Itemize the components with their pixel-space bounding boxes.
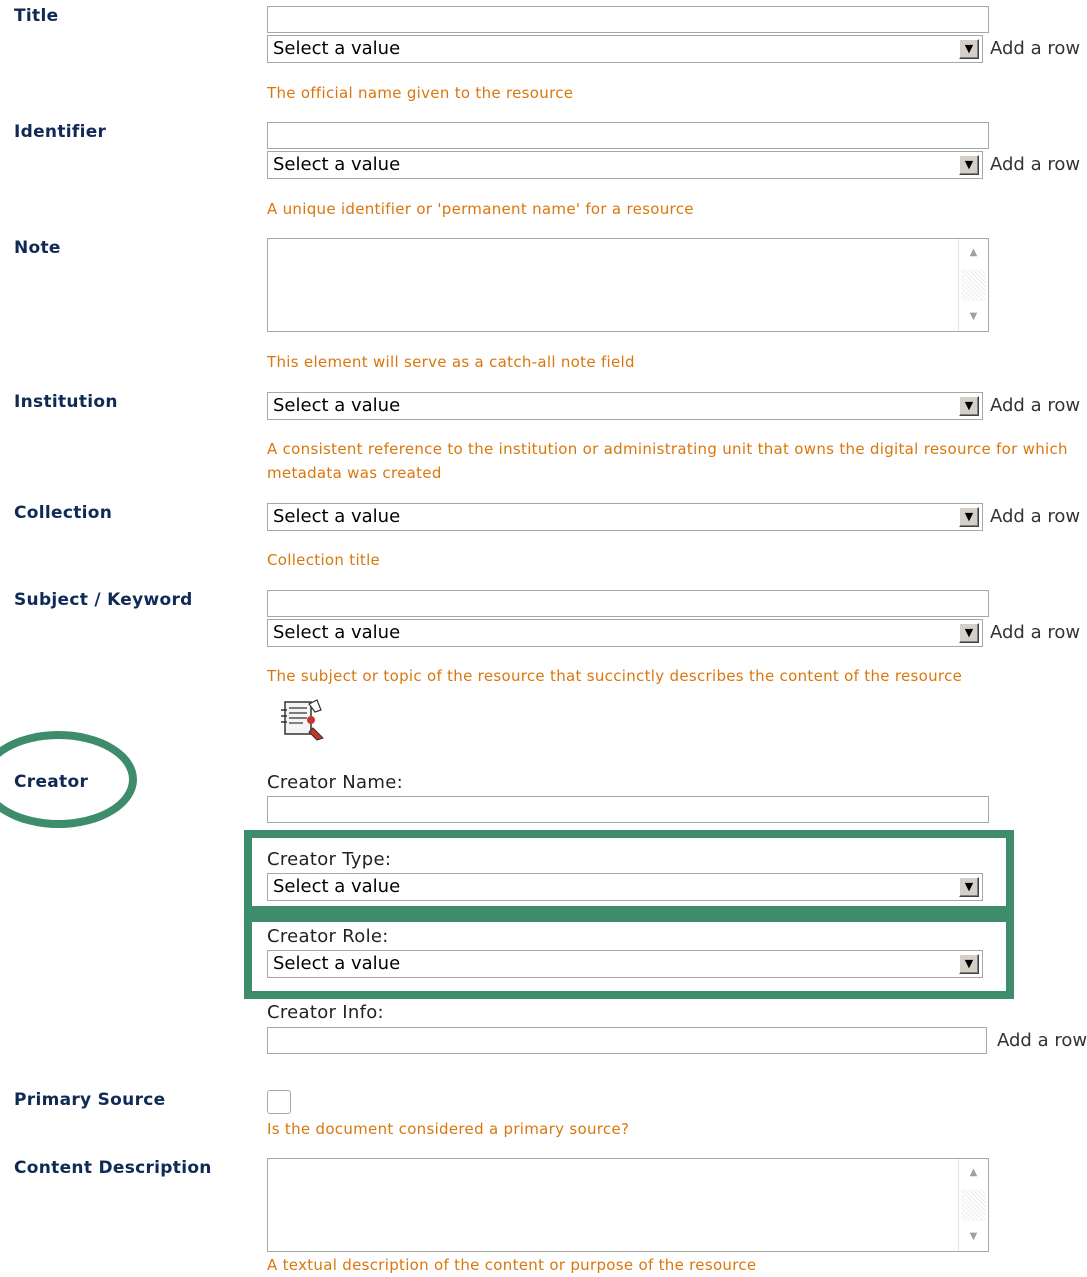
- content-description-textarea[interactable]: ▲ ▼: [267, 1158, 989, 1252]
- identifier-select-value: Select a value: [273, 154, 401, 175]
- identifier-input[interactable]: [267, 122, 989, 149]
- dropdown-arrow-icon[interactable]: ▼: [959, 155, 979, 175]
- scroll-down-arrow-icon[interactable]: ▼: [959, 303, 988, 331]
- institution-label: Institution: [14, 392, 118, 412]
- subject-add-row-link[interactable]: Add a row: [990, 622, 1080, 643]
- primary-source-label: Primary Source: [14, 1090, 166, 1110]
- dropdown-arrow-icon[interactable]: ▼: [959, 954, 979, 974]
- subject-label: Subject / Keyword: [14, 590, 193, 610]
- dropdown-arrow-icon[interactable]: ▼: [959, 623, 979, 643]
- institution-help-text: A consistent reference to the institutio…: [267, 440, 1068, 482]
- creator-info-caption: Creator Info:: [267, 1002, 384, 1023]
- institution-select-value: Select a value: [273, 395, 401, 416]
- title-input[interactable]: [267, 6, 989, 33]
- subject-help-text: The subject or topic of the resource tha…: [267, 667, 963, 685]
- creator-role-select[interactable]: Select a value ▼: [267, 950, 983, 978]
- scroll-up-arrow-icon[interactable]: ▲: [959, 239, 988, 267]
- identifier-help-text: A unique identifier or 'permanent name' …: [267, 200, 694, 218]
- dropdown-arrow-icon[interactable]: ▼: [959, 396, 979, 416]
- creator-type-caption: Creator Type:: [267, 849, 392, 870]
- institution-add-row-link[interactable]: Add a row: [990, 395, 1080, 416]
- thesaurus-lookup-icon[interactable]: [279, 698, 329, 742]
- scroll-up-arrow-icon[interactable]: ▲: [959, 1159, 988, 1187]
- creator-type-select[interactable]: Select a value ▼: [267, 873, 983, 901]
- content-description-label: Content Description: [14, 1158, 212, 1178]
- note-scrollbar[interactable]: ▲ ▼: [958, 239, 988, 331]
- note-textarea[interactable]: ▲ ▼: [267, 238, 989, 332]
- institution-select[interactable]: Select a value ▼: [267, 392, 983, 420]
- scroll-track[interactable]: [961, 1189, 986, 1221]
- title-language-select[interactable]: Select a value ▼: [267, 35, 983, 63]
- identifier-add-row-link[interactable]: Add a row: [990, 154, 1080, 175]
- title-select-value: Select a value: [273, 38, 401, 59]
- title-add-row-link[interactable]: Add a row: [990, 38, 1080, 59]
- subject-input[interactable]: [267, 590, 989, 617]
- creator-name-input[interactable]: [267, 796, 989, 823]
- creator-info-input[interactable]: [267, 1027, 987, 1054]
- collection-add-row-link[interactable]: Add a row: [990, 506, 1080, 527]
- collection-select-value: Select a value: [273, 506, 401, 527]
- note-label: Note: [14, 238, 61, 258]
- collection-label: Collection: [14, 503, 113, 523]
- creator-role-caption: Creator Role:: [267, 926, 389, 947]
- title-label: Title: [14, 6, 59, 26]
- subject-select-value: Select a value: [273, 622, 401, 643]
- collection-select[interactable]: Select a value ▼: [267, 503, 983, 531]
- creator-name-caption: Creator Name:: [267, 772, 403, 793]
- identifier-type-select[interactable]: Select a value ▼: [267, 151, 983, 179]
- dropdown-arrow-icon[interactable]: ▼: [959, 507, 979, 527]
- subject-vocabulary-select[interactable]: Select a value ▼: [267, 619, 983, 647]
- note-help-text: This element will serve as a catch-all n…: [267, 353, 635, 371]
- primary-source-checkbox[interactable]: [267, 1090, 291, 1114]
- content-description-help-text: A textual description of the content or …: [267, 1256, 757, 1274]
- identifier-label: Identifier: [14, 122, 107, 142]
- title-help-text: The official name given to the resource: [267, 84, 574, 102]
- creator-role-select-value: Select a value: [273, 953, 401, 974]
- scroll-track[interactable]: [961, 269, 986, 301]
- creator-type-select-value: Select a value: [273, 876, 401, 897]
- scroll-down-arrow-icon[interactable]: ▼: [959, 1223, 988, 1251]
- creator-label: Creator: [14, 772, 89, 792]
- dropdown-arrow-icon[interactable]: ▼: [959, 39, 979, 59]
- creator-add-row-link[interactable]: Add a row: [997, 1030, 1087, 1051]
- primary-source-help-text: Is the document considered a primary sou…: [267, 1120, 630, 1138]
- dropdown-arrow-icon[interactable]: ▼: [959, 877, 979, 897]
- collection-help-text: Collection title: [267, 551, 381, 569]
- content-description-scrollbar[interactable]: ▲ ▼: [958, 1159, 988, 1251]
